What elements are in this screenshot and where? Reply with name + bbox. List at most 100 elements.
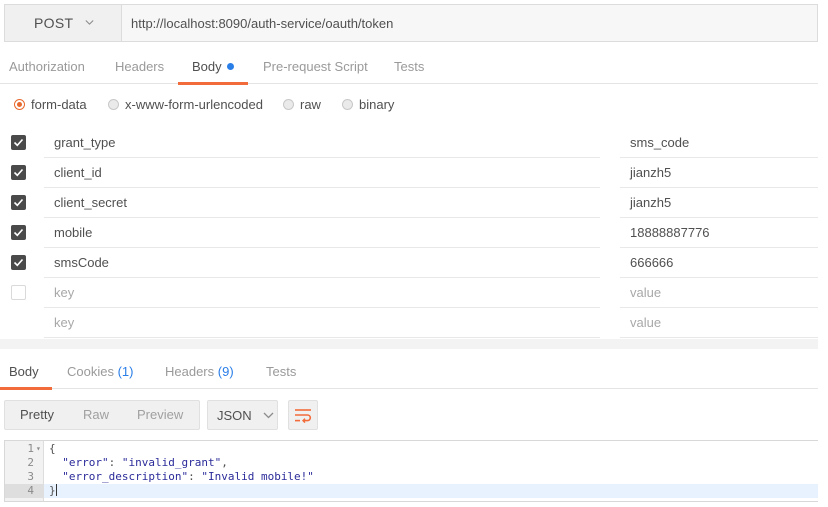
response-code-view[interactable]: 1 ▾ { 2 "error": "invalid_grant", 3 "err… xyxy=(4,440,818,502)
tab-label: Pre-request Script xyxy=(263,59,368,74)
json-key: "error" xyxy=(62,456,109,469)
line-number: 1 xyxy=(27,442,34,455)
code-line: 2 "error": "invalid_grant", xyxy=(5,456,818,470)
tab-label: Tests xyxy=(266,364,297,379)
param-row: mobile 18888887776 xyxy=(0,218,818,248)
tab-response-headers[interactable]: Headers (9) xyxy=(165,356,234,389)
param-row-new: key value xyxy=(0,308,818,338)
param-checkbox[interactable] xyxy=(11,285,26,300)
url-text: http://localhost:8090/auth-service/oauth… xyxy=(131,15,394,31)
radio-label: form-data xyxy=(31,96,87,112)
param-row: smsCode 666666 xyxy=(0,248,818,278)
param-value-input[interactable]: value xyxy=(620,278,818,308)
radio-selected-icon xyxy=(14,98,25,110)
tab-response-tests[interactable]: Tests xyxy=(266,356,296,389)
param-value-input[interactable]: jianzh5 xyxy=(620,188,818,218)
param-value-input[interactable]: sms_code xyxy=(620,128,818,158)
checkmark-icon xyxy=(13,228,24,237)
view-preview-button[interactable]: Preview xyxy=(126,401,199,429)
param-value-input[interactable]: 18888887776 xyxy=(620,218,818,248)
tab-tests[interactable]: Tests xyxy=(394,49,424,84)
tab-response-cookies[interactable]: Cookies (1) xyxy=(67,356,133,389)
chevron-down-icon xyxy=(85,19,94,28)
request-tabs: Authorization Headers Body Pre-request S… xyxy=(0,49,818,85)
json-key: "error_description" xyxy=(62,470,189,483)
code-line: 1 ▾ { xyxy=(5,442,818,456)
tab-headers[interactable]: Headers xyxy=(115,49,164,84)
checkmark-icon xyxy=(13,168,24,177)
json-value: "invalid_grant" xyxy=(121,456,222,469)
section-divider xyxy=(0,339,818,349)
param-key-input[interactable]: smsCode xyxy=(44,248,600,278)
param-row-new: key value xyxy=(0,278,818,308)
line-number: 3 xyxy=(27,470,34,483)
radio-label: raw xyxy=(300,96,321,112)
param-key-input[interactable]: client_secret xyxy=(44,188,600,218)
param-row: client_id jianzh5 xyxy=(0,158,818,188)
radio-form-data[interactable]: form-data xyxy=(14,93,87,115)
param-checkbox[interactable] xyxy=(11,195,26,210)
line-number: 2 xyxy=(27,456,34,469)
radio-unselected-icon xyxy=(342,98,353,110)
code-text: } xyxy=(49,484,57,498)
wrap-lines-button[interactable] xyxy=(288,400,318,430)
tab-label: Cookies xyxy=(67,364,114,379)
radio-unselected-icon xyxy=(108,98,119,110)
tab-pre-request-script[interactable]: Pre-request Script xyxy=(263,49,368,84)
radio-unselected-icon xyxy=(283,98,294,110)
param-checkbox[interactable] xyxy=(11,255,26,270)
format-dropdown[interactable]: JSON xyxy=(207,400,278,430)
tab-label: Authorization xyxy=(9,59,85,74)
tab-label: Body xyxy=(192,59,222,74)
checkmark-icon xyxy=(13,198,24,207)
tab-label: Body xyxy=(9,364,39,379)
param-key-input[interactable]: grant_type xyxy=(44,128,600,158)
code-text: "error": "invalid_grant", xyxy=(62,456,228,469)
param-key-input[interactable]: key xyxy=(44,308,600,338)
url-input[interactable]: http://localhost:8090/auth-service/oauth… xyxy=(121,4,818,42)
wrap-lines-icon xyxy=(295,409,312,423)
code-text: { xyxy=(49,442,56,455)
method-label: POST xyxy=(34,15,74,31)
tab-label: Tests xyxy=(394,59,425,74)
tab-label: Headers xyxy=(115,59,165,74)
format-label: JSON xyxy=(217,407,252,423)
view-mode-segmented-control: Pretty Raw Preview xyxy=(4,400,200,430)
cookies-count-badge: (1) xyxy=(117,364,134,379)
radio-raw[interactable]: raw xyxy=(283,93,321,115)
param-checkbox[interactable] xyxy=(11,135,26,150)
param-row: client_secret jianzh5 xyxy=(0,188,818,218)
radio-binary[interactable]: binary xyxy=(342,93,394,115)
tab-body[interactable]: Body xyxy=(178,49,248,85)
view-pretty-button[interactable]: Pretty xyxy=(5,401,73,429)
param-row: grant_type sms_code xyxy=(0,128,818,158)
param-key-input[interactable]: mobile xyxy=(44,218,600,248)
chevron-down-icon xyxy=(263,412,274,419)
param-value-input[interactable]: jianzh5 xyxy=(620,158,818,188)
active-tab-indicator xyxy=(0,387,52,390)
param-key-input[interactable]: key xyxy=(44,278,600,308)
headers-count-badge: (9) xyxy=(217,364,234,379)
json-value: "Invalid mobile!" xyxy=(201,470,314,483)
code-line: 3 "error_description": "Invalid mobile!" xyxy=(5,470,818,484)
tab-authorization[interactable]: Authorization xyxy=(9,49,85,84)
param-checkbox[interactable] xyxy=(11,225,26,240)
code-line-current: 4 } xyxy=(5,484,818,498)
modified-dot-icon xyxy=(226,63,234,70)
param-checkbox[interactable] xyxy=(11,165,26,180)
param-key-input[interactable]: client_id xyxy=(44,158,600,188)
radio-label: binary xyxy=(359,96,395,112)
active-tab-indicator xyxy=(178,82,248,85)
radio-label: x-www-form-urlencoded xyxy=(125,96,263,112)
param-value-input[interactable]: 666666 xyxy=(620,248,818,278)
tab-response-body[interactable]: Body xyxy=(0,356,52,390)
text-cursor xyxy=(55,484,57,496)
param-value-input[interactable]: value xyxy=(620,308,818,338)
code-text: "error_description": "Invalid mobile!" xyxy=(62,470,314,483)
method-dropdown[interactable]: POST xyxy=(4,4,121,42)
line-number: 4 xyxy=(27,484,34,497)
fold-arrow-icon[interactable]: ▾ xyxy=(36,442,41,456)
radio-x-www-form-urlencoded[interactable]: x-www-form-urlencoded xyxy=(108,93,263,115)
request-bar: POST http://localhost:8090/auth-service/… xyxy=(4,4,818,42)
view-raw-button[interactable]: Raw xyxy=(73,401,126,429)
